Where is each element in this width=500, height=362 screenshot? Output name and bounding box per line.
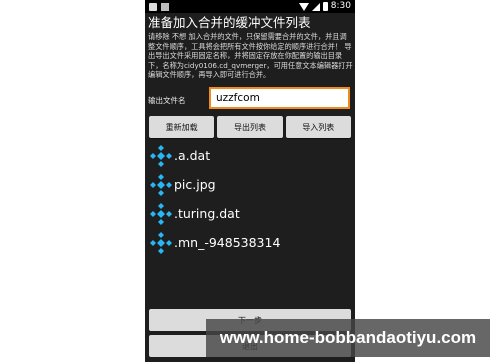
image-icon (161, 2, 169, 11)
file-name: .turing.dat (174, 206, 240, 221)
battery-icon (322, 2, 328, 11)
page-title: 准备加入合并的缓冲文件列表 (148, 15, 311, 30)
reload-button[interactable]: 重新加载 (149, 116, 215, 138)
document-icon (149, 2, 157, 11)
file-diamond-icon (150, 144, 172, 167)
list-item[interactable]: pic.jpg (149, 170, 354, 199)
list-item[interactable]: .turing.dat (149, 199, 354, 228)
status-right: 8:30 (298, 0, 351, 13)
status-bar: 8:30 (145, 0, 355, 13)
file-name: .a.dat (174, 148, 211, 163)
wifi-icon (298, 2, 309, 11)
list-item[interactable]: .mn_-948538314 (149, 228, 354, 257)
status-left (149, 0, 169, 13)
file-diamond-icon (150, 231, 172, 254)
export-list-button[interactable]: 导出列表 (217, 116, 283, 138)
phone-screen: 8:30 准备加入合并的缓冲文件列表 请移除 不想 加入合并的文件，只保留需要合… (145, 0, 355, 362)
watermark-banner: www.home-bobbandaotiyu.com (206, 319, 490, 357)
list-item[interactable]: .a.dat (149, 141, 354, 170)
file-list: .a.dat pic.jpg .turing.dat .mn_-94853831… (149, 141, 354, 257)
file-name: .mn_-948538314 (174, 235, 281, 250)
status-time: 8:30 (330, 1, 351, 11)
output-filename-input[interactable] (209, 87, 350, 109)
file-diamond-icon (150, 202, 172, 225)
output-filename-label: 输出文件名 (148, 96, 186, 105)
import-list-button[interactable]: 导入列表 (285, 116, 351, 138)
signal-icon (311, 2, 320, 11)
file-name: pic.jpg (174, 177, 216, 192)
action-button-row: 重新加载 导出列表 导入列表 (149, 116, 351, 138)
file-diamond-icon (150, 173, 172, 196)
instructions-text: 请移除 不想 加入合并的文件，只保留需要合并的文件，并且调整文件顺序，工具将会把… (148, 32, 353, 80)
